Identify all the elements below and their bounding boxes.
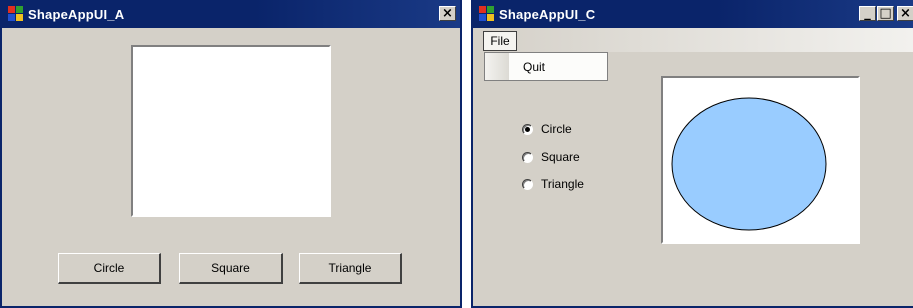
close-icon[interactable]: × — [439, 6, 456, 21]
radio-button-icon[interactable] — [522, 123, 533, 135]
circle-button[interactable]: Circle — [58, 253, 161, 284]
shape-drawing — [671, 97, 827, 231]
maximize-icon[interactable]: □ — [877, 6, 894, 21]
window-shapeappui-a: ShapeAppUI_A × Circle Square Triangle — [0, 0, 462, 308]
circle-shape — [671, 97, 827, 231]
title-bar[interactable]: ShapeAppUI_C _ □ × — [473, 0, 913, 28]
shape-canvas — [661, 76, 860, 244]
window-shapeappui-c: ShapeAppUI_C _ □ × File Quit Circle Squa… — [471, 0, 913, 308]
close-icon[interactable]: × — [897, 6, 913, 21]
radio-label: Square — [541, 150, 580, 164]
window-title: ShapeAppUI_A — [28, 6, 125, 22]
minimize-icon[interactable]: _ — [859, 6, 876, 21]
window-title: ShapeAppUI_C — [499, 6, 596, 22]
app-icon — [8, 6, 24, 22]
app-icon — [479, 6, 495, 22]
square-button[interactable]: Square — [179, 253, 283, 284]
file-dropdown: Quit — [484, 52, 608, 81]
menu-file[interactable]: File — [483, 31, 517, 51]
radio-circle[interactable]: Circle — [522, 122, 572, 136]
radio-square[interactable]: Square — [522, 150, 580, 164]
radio-label: Triangle — [541, 177, 584, 191]
shape-canvas — [131, 45, 331, 217]
radio-button-icon[interactable] — [522, 151, 533, 163]
title-bar[interactable]: ShapeAppUI_A × — [2, 0, 460, 28]
triangle-button[interactable]: Triangle — [299, 253, 402, 284]
radio-button-icon[interactable] — [522, 178, 533, 190]
menu-item-quit[interactable]: Quit — [523, 60, 545, 74]
radio-label: Circle — [541, 122, 572, 136]
menu-bar — [473, 28, 913, 52]
dropdown-icon-strip — [485, 53, 509, 80]
radio-triangle[interactable]: Triangle — [522, 177, 584, 191]
